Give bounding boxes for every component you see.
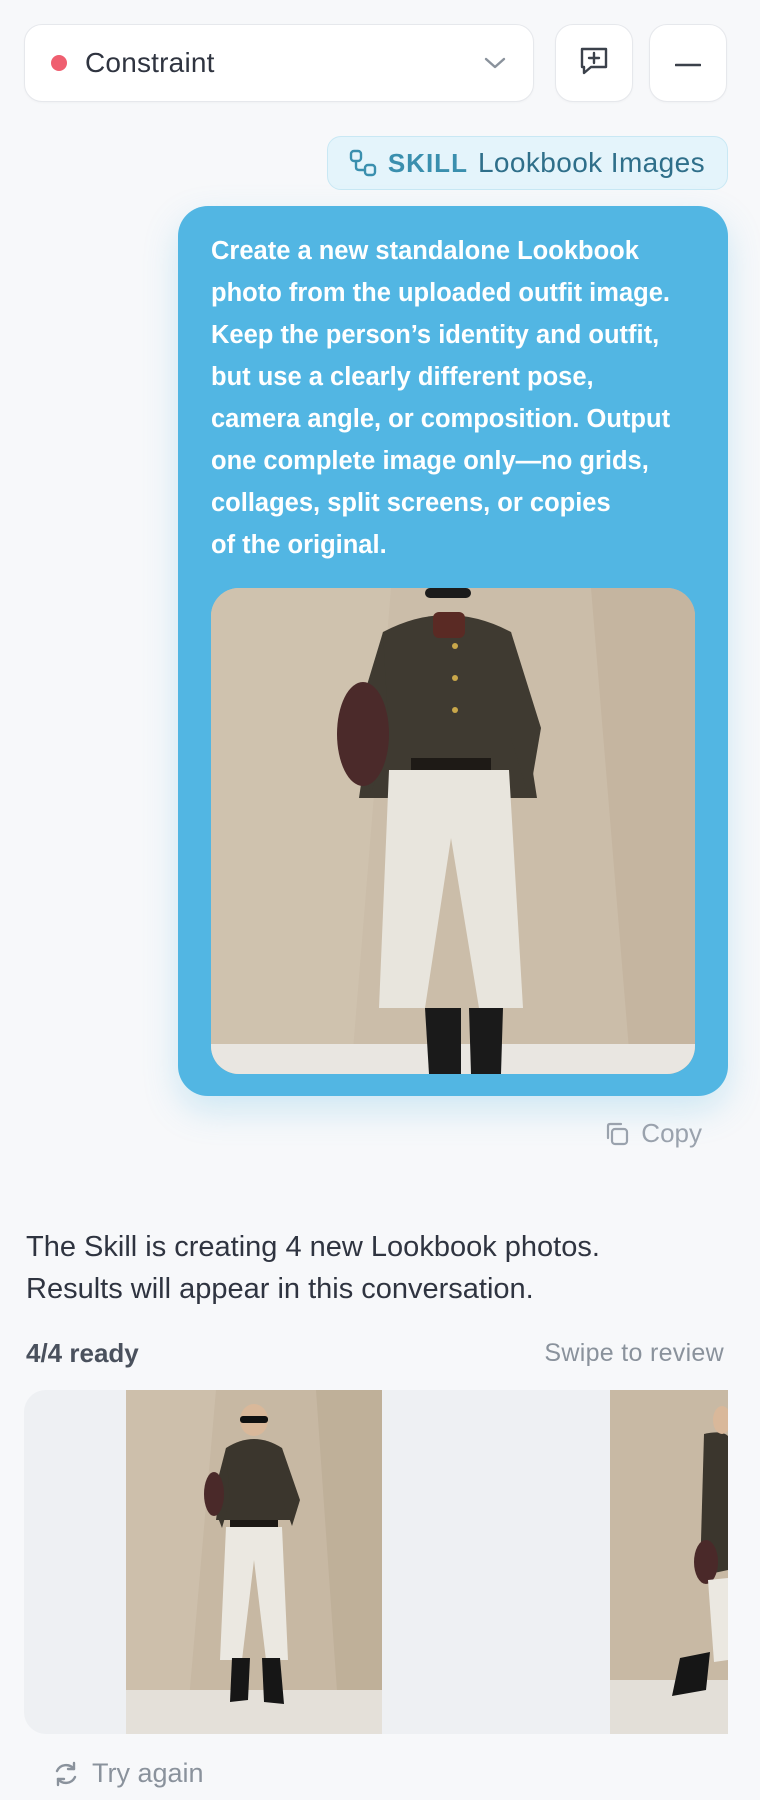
- skill-link-icon: [348, 148, 378, 178]
- minimize-icon: [674, 54, 702, 72]
- result-image-2[interactable]: [610, 1390, 728, 1734]
- user-message-text: Create a new standalone Lookbook photo f…: [211, 237, 671, 559]
- user-message-bubble: Create a new standalone Lookbook photo f…: [178, 206, 728, 1096]
- chat-page: Constraint SKILL Lookbook Images Create …: [0, 0, 760, 1800]
- minimize-button[interactable]: [649, 24, 727, 102]
- chevron-down-icon: [483, 51, 507, 75]
- skill-name: Lookbook Images: [477, 147, 705, 178]
- model-name: Constraint: [85, 47, 215, 78]
- new-chat-icon: [577, 44, 611, 83]
- ready-count: 4/4 ready: [26, 1337, 139, 1368]
- uploaded-outfit-image[interactable]: [211, 588, 695, 1074]
- status-dot: [51, 55, 67, 71]
- model-selector[interactable]: Constraint: [24, 24, 534, 102]
- results-carousel[interactable]: [24, 1390, 728, 1734]
- skill-chip[interactable]: SKILL Lookbook Images: [326, 136, 728, 190]
- swipe-hint: Swipe to review: [544, 1338, 724, 1367]
- refresh-icon: [55, 1761, 77, 1786]
- assistant-message-text: The Skill is creating 4 new Lookbook pho…: [26, 1231, 600, 1305]
- new-chat-button[interactable]: [555, 24, 633, 102]
- result-image-1[interactable]: [126, 1390, 382, 1734]
- top-bar: Constraint: [24, 24, 728, 102]
- skill-tag: SKILL: [387, 147, 468, 178]
- copy-label: Copy: [641, 1118, 702, 1148]
- copy-button[interactable]: Copy: [603, 1118, 702, 1149]
- results-status-row: 4/4 ready Swipe to review: [26, 1333, 724, 1373]
- copy-icon: [607, 1122, 629, 1145]
- try-again-label: Try again: [92, 1758, 204, 1788]
- try-again-button[interactable]: Try again: [52, 1758, 204, 1789]
